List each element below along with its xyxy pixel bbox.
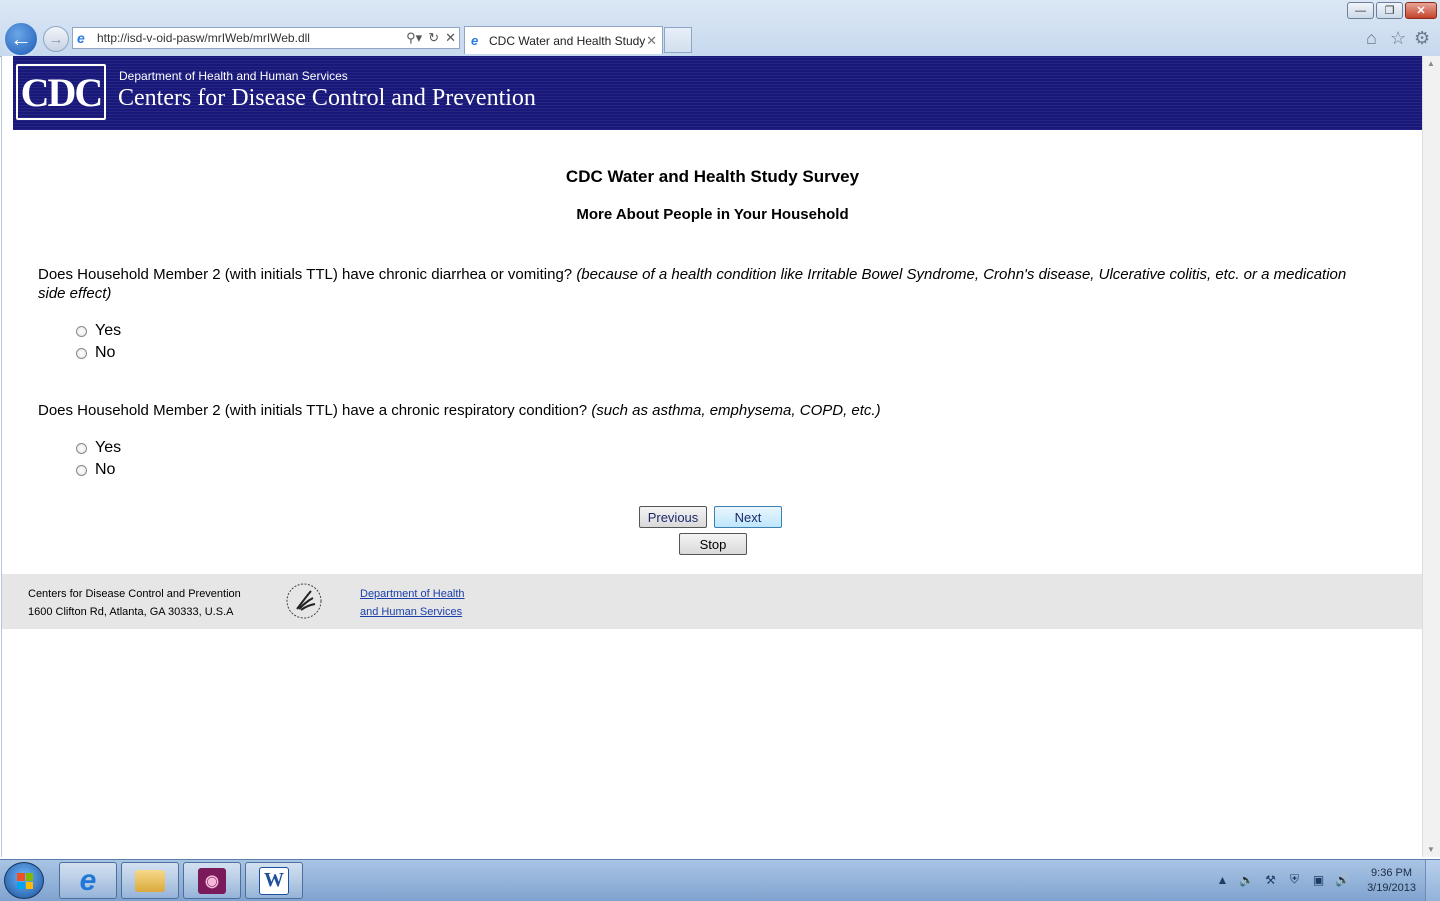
network-icon[interactable]: ▲ bbox=[1215, 872, 1230, 887]
address-url[interactable]: http://isd-v-oid-pasw/mrIWeb/mrIWeb.dll bbox=[97, 31, 403, 45]
minimize-button[interactable]: — bbox=[1347, 2, 1374, 19]
stop-button[interactable]: Stop bbox=[679, 533, 747, 555]
question-2-note: (such as asthma, emphysema, COPD, etc.) bbox=[591, 402, 881, 419]
favorites-star-icon[interactable]: ☆ bbox=[1390, 28, 1406, 49]
refresh-icon[interactable]: ↻ bbox=[428, 30, 439, 46]
agency-name: Centers for Disease Control and Preventi… bbox=[118, 85, 536, 111]
question-2-text: Does Household Member 2 (with initials T… bbox=[38, 402, 588, 419]
close-tab-icon[interactable]: ✕ bbox=[646, 33, 657, 49]
cdc-logo[interactable]: CDC bbox=[16, 64, 106, 120]
cdc-banner: CDC Department of Health and Human Servi… bbox=[13, 56, 1422, 130]
scroll-up-icon[interactable]: ▲ bbox=[1427, 59, 1435, 68]
taskbar-media-app[interactable]: ◉ bbox=[183, 862, 241, 899]
department-name: Department of Health and Human Services bbox=[119, 69, 348, 83]
display-icon[interactable]: ▣ bbox=[1311, 872, 1326, 887]
internet-explorer-icon: e bbox=[79, 863, 97, 897]
security-shield-icon[interactable]: ⛨ bbox=[1287, 872, 1302, 887]
back-arrow-icon: ← bbox=[10, 26, 32, 51]
q2-radio-no[interactable] bbox=[76, 464, 87, 476]
show-desktop-button[interactable] bbox=[1425, 860, 1440, 901]
hhs-link-line1[interactable]: Department of Health bbox=[360, 588, 465, 600]
hhs-link-line2[interactable]: and Human Services bbox=[360, 606, 462, 618]
system-clock[interactable]: 9:36 PM 3/19/2013 bbox=[1367, 866, 1416, 896]
close-window-button[interactable]: ✕ bbox=[1405, 2, 1437, 19]
page-footer: Centers for Disease Control and Preventi… bbox=[2, 574, 1423, 629]
ie-tab-icon: e bbox=[471, 33, 479, 48]
speaker-icon[interactable]: 🔊 bbox=[1335, 872, 1350, 887]
q1-option-yes-label: Yes bbox=[95, 322, 122, 339]
media-app-icon: ◉ bbox=[198, 867, 226, 894]
survey-title: CDC Water and Health Study Survey bbox=[565, 167, 860, 186]
gear-icon[interactable]: ⚙ bbox=[1414, 28, 1430, 49]
footer-org-name: Centers for Disease Control and Preventi… bbox=[28, 588, 241, 600]
q1-radio-no[interactable] bbox=[76, 347, 87, 359]
q2-option-no-label: No bbox=[95, 461, 116, 478]
back-button[interactable]: ← bbox=[3, 21, 39, 57]
q2-option-no[interactable]: No bbox=[76, 461, 115, 479]
scroll-down-icon[interactable]: ▼ bbox=[1427, 845, 1435, 854]
next-button[interactable]: Next bbox=[714, 506, 782, 528]
ie-page-icon: e bbox=[77, 30, 85, 46]
footer-address: 1600 Clifton Rd, Atlanta, GA 30333, U.S.… bbox=[28, 606, 234, 618]
question-1-text: Does Household Member 2 (with initials T… bbox=[38, 266, 573, 283]
q1-option-no-label: No bbox=[95, 344, 116, 361]
forward-button[interactable]: → bbox=[43, 26, 69, 52]
hhs-eagle-logo-icon[interactable] bbox=[285, 582, 323, 620]
tab-active[interactable]: e CDC Water and Health Study ✕ bbox=[464, 26, 663, 54]
q1-option-yes[interactable]: Yes bbox=[76, 322, 121, 340]
page-content: CDC Department of Health and Human Servi… bbox=[1, 56, 1423, 857]
start-button[interactable] bbox=[4, 862, 44, 899]
address-bar[interactable]: e http://isd-v-oid-pasw/mrIWeb/mrIWeb.dl… bbox=[72, 27, 460, 49]
new-tab-button[interactable] bbox=[664, 27, 692, 53]
volume-icon[interactable]: 🔈 bbox=[1239, 872, 1254, 887]
q1-option-no[interactable]: No bbox=[76, 344, 115, 362]
q2-option-yes-label: Yes bbox=[95, 439, 122, 456]
home-icon[interactable]: ⌂ bbox=[1366, 28, 1377, 49]
window-controls: — ❐ ✕ bbox=[1347, 2, 1437, 19]
tray-tool-icon[interactable]: ⚒ bbox=[1263, 872, 1278, 887]
q2-radio-yes[interactable] bbox=[76, 442, 87, 454]
forward-arrow-icon: → bbox=[48, 30, 64, 48]
clock-date: 3/19/2013 bbox=[1367, 882, 1416, 894]
taskbar-internet-explorer[interactable]: e bbox=[59, 862, 117, 899]
word-icon: W bbox=[259, 866, 289, 895]
q1-radio-yes[interactable] bbox=[76, 325, 87, 337]
section-title: More About People in Your Household bbox=[576, 206, 849, 223]
search-icon[interactable]: ⚲▾ bbox=[406, 30, 422, 46]
question-2: Does Household Member 2 (with initials T… bbox=[38, 401, 1348, 420]
restore-button[interactable]: ❐ bbox=[1376, 2, 1403, 19]
taskbar-file-explorer[interactable] bbox=[121, 862, 179, 899]
previous-button[interactable]: Previous bbox=[639, 506, 707, 528]
q2-option-yes[interactable]: Yes bbox=[76, 439, 121, 457]
question-1: Does Household Member 2 (with initials T… bbox=[38, 265, 1348, 303]
clock-time: 9:36 PM bbox=[1371, 867, 1413, 879]
browser-chrome: — ❐ ✕ ← → e http://isd-v-oid-pasw/mrIWeb… bbox=[0, 0, 1440, 57]
vertical-scrollbar[interactable]: ▲ ▼ bbox=[1422, 56, 1440, 857]
system-tray: ▲ 🔈 ⚒ ⛨ ▣ 🔊 bbox=[1215, 872, 1350, 887]
folder-icon bbox=[135, 869, 165, 892]
windows-taskbar: e ◉ W ▲ 🔈 ⚒ ⛨ ▣ 🔊 9:36 PM 3/19/2013 bbox=[0, 859, 1440, 901]
stop-load-icon[interactable]: ✕ bbox=[445, 30, 456, 46]
windows-logo-icon bbox=[17, 873, 33, 889]
taskbar-word[interactable]: W bbox=[245, 862, 303, 899]
tab-title: CDC Water and Health Study bbox=[489, 33, 646, 48]
